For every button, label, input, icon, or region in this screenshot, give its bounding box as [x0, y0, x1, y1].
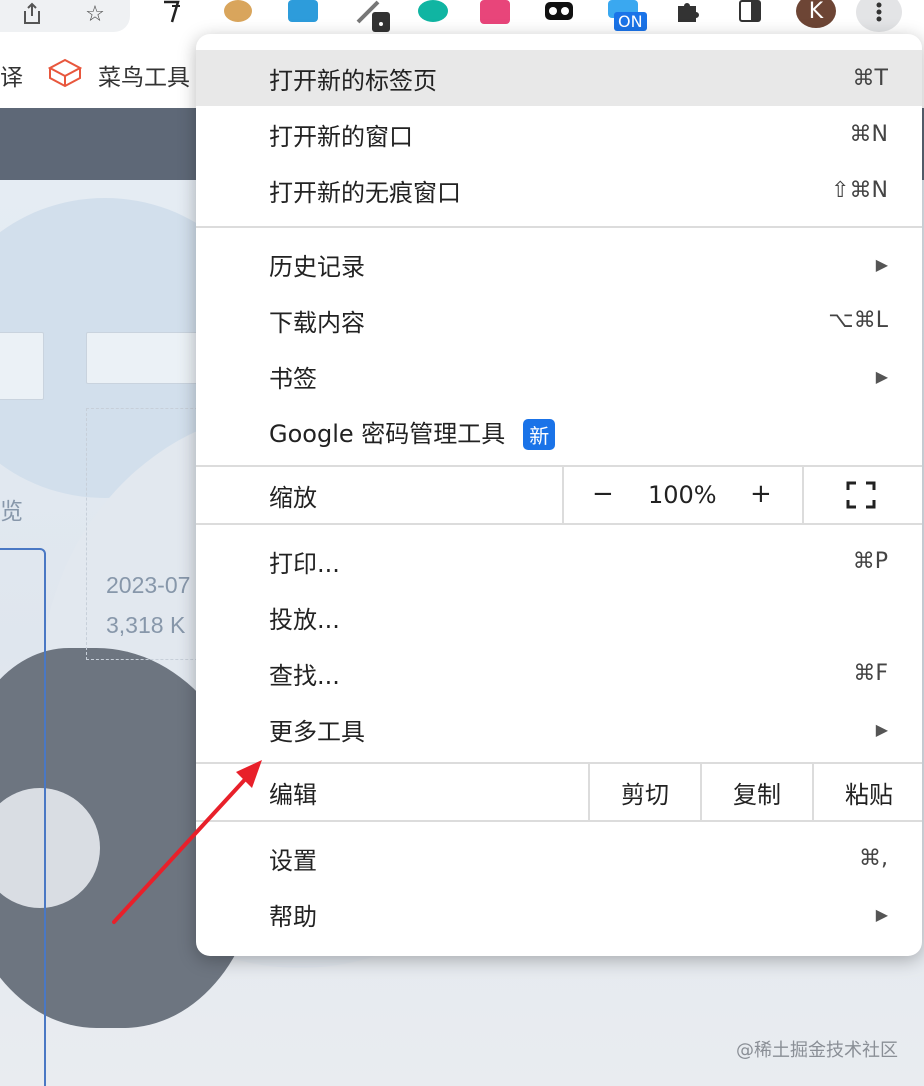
- page-selected-frame: [0, 548, 46, 1086]
- menu-separator: [196, 820, 922, 822]
- zoom-label: 缩放: [269, 483, 317, 512]
- browser-main-menu: 打开新的标签页 ⌘T 打开新的窗口 ⌘N 打开新的无痕窗口 ⇧⌘N 历史记录 ▶…: [196, 34, 922, 956]
- menu-shortcut: ⌘N: [849, 121, 888, 147]
- extension-eyedropper-icon[interactable]: [352, 0, 390, 32]
- new-badge: 新: [523, 419, 556, 451]
- menu-item-downloads[interactable]: 下载内容 ⌥⌘L: [196, 292, 922, 348]
- menu-shortcut: ⌥⌘L: [828, 307, 888, 333]
- submenu-arrow-icon: ▶: [875, 366, 888, 386]
- menu-item-settings[interactable]: 设置 ⌘,: [196, 830, 922, 886]
- menu-separator: [196, 523, 922, 525]
- menu-item-new-tab[interactable]: 打开新的标签页 ⌘T: [196, 50, 922, 106]
- zoom-controls: − 100% +: [562, 467, 804, 523]
- cut-label: 剪切: [621, 780, 669, 809]
- menu-separator: [196, 226, 922, 228]
- share-icon[interactable]: [18, 0, 46, 28]
- extension-t-icon[interactable]: [418, 0, 448, 22]
- runoob-logo-icon: [47, 58, 83, 92]
- menu-item-new-window[interactable]: 打开新的窗口 ⌘N: [196, 106, 922, 162]
- extension-translator-icon[interactable]: [480, 0, 510, 24]
- zoom-value: 100%: [648, 481, 717, 509]
- menu-shortcut: ⌘,: [859, 845, 888, 871]
- side-panel-icon[interactable]: [738, 0, 766, 24]
- copy-button[interactable]: 复制: [700, 764, 812, 820]
- extension-window-icon[interactable]: [288, 0, 318, 22]
- menu-shortcut: ⇧⌘N: [831, 177, 888, 203]
- extensions-puzzle-icon[interactable]: [674, 0, 702, 24]
- menu-item-label: 打开新的无痕窗口: [269, 178, 461, 207]
- fullscreen-icon[interactable]: [846, 481, 876, 513]
- extension-translate-icon[interactable]: [160, 0, 188, 24]
- submenu-arrow-icon: ▶: [875, 719, 888, 739]
- menu-item-label: 打开新的标签页: [269, 66, 437, 95]
- menu-item-bookmarks[interactable]: 书签 ▶: [196, 348, 922, 404]
- profile-avatar[interactable]: K: [796, 0, 836, 28]
- bookmark-star-icon[interactable]: ☆: [80, 0, 110, 28]
- menu-item-label: 下载内容: [269, 308, 365, 337]
- submenu-arrow-icon: ▶: [875, 254, 888, 274]
- menu-item-label: 更多工具: [269, 717, 365, 746]
- menu-item-history[interactable]: 历史记录 ▶: [196, 236, 922, 292]
- cut-button[interactable]: 剪切: [588, 764, 700, 820]
- menu-item-label: 打印...: [269, 549, 340, 578]
- menu-item-more-tools[interactable]: 更多工具 ▶: [196, 701, 922, 757]
- more-menu-icon[interactable]: [856, 0, 902, 32]
- bookmark-runoob[interactable]: 菜鸟工具: [98, 58, 190, 92]
- extension-mask-icon[interactable]: [544, 0, 573, 24]
- menu-item-label: Google 密码管理工具新: [269, 414, 556, 451]
- menu-item-label: 投放...: [269, 605, 340, 634]
- page-input-ghost[interactable]: [0, 332, 44, 400]
- address-bar-end[interactable]: ☆: [0, 0, 130, 32]
- page-date-text: 2023-07: [106, 572, 191, 598]
- extension-cookie-icon[interactable]: [224, 0, 252, 22]
- menu-item-print[interactable]: 打印... ⌘P: [196, 533, 922, 589]
- menu-item-new-incognito[interactable]: 打开新的无痕窗口 ⇧⌘N: [196, 162, 922, 218]
- menu-item-help[interactable]: 帮助 ▶: [196, 886, 922, 942]
- menu-item-label: 设置: [269, 846, 317, 875]
- edit-label: 编辑: [269, 780, 317, 809]
- extension-on-badge: ON: [614, 12, 647, 31]
- bookmark-partial-label[interactable]: 译: [0, 58, 23, 92]
- menu-item-label: 历史记录: [269, 252, 365, 281]
- submenu-arrow-icon: ▶: [875, 904, 888, 924]
- menu-row-edit: 编辑 剪切 复制 粘贴: [196, 764, 922, 820]
- menu-item-label: 打开新的窗口: [269, 122, 413, 151]
- paste-button[interactable]: 粘贴: [812, 764, 922, 820]
- menu-shortcut: ⌘T: [852, 65, 888, 91]
- zoom-out-button[interactable]: −: [592, 479, 614, 509]
- zoom-in-button[interactable]: +: [750, 479, 772, 509]
- menu-shortcut: ⌘F: [853, 660, 888, 686]
- menu-row-zoom: 缩放 − 100% +: [196, 467, 922, 523]
- copy-label: 复制: [733, 780, 781, 809]
- paste-label: 粘贴: [845, 780, 893, 809]
- menu-item-label: 查找...: [269, 661, 340, 690]
- menu-item-cast[interactable]: 投放...: [196, 589, 922, 645]
- menu-shortcut: ⌘P: [852, 548, 888, 574]
- menu-item-label: 书签: [269, 364, 317, 393]
- menu-item-label: 帮助: [269, 902, 317, 931]
- watermark-text: @稀土掘金技术社区: [736, 1040, 898, 1061]
- menu-item-password-manager[interactable]: Google 密码管理工具新: [196, 404, 922, 460]
- password-manager-text: Google 密码管理工具: [269, 419, 506, 448]
- menu-item-find[interactable]: 查找... ⌘F: [196, 645, 922, 701]
- page-text-partial: 览: [0, 498, 23, 524]
- browser-toolbar: ☆ ON K: [0, 0, 924, 36]
- page-size-text: 3,318 K: [106, 612, 186, 638]
